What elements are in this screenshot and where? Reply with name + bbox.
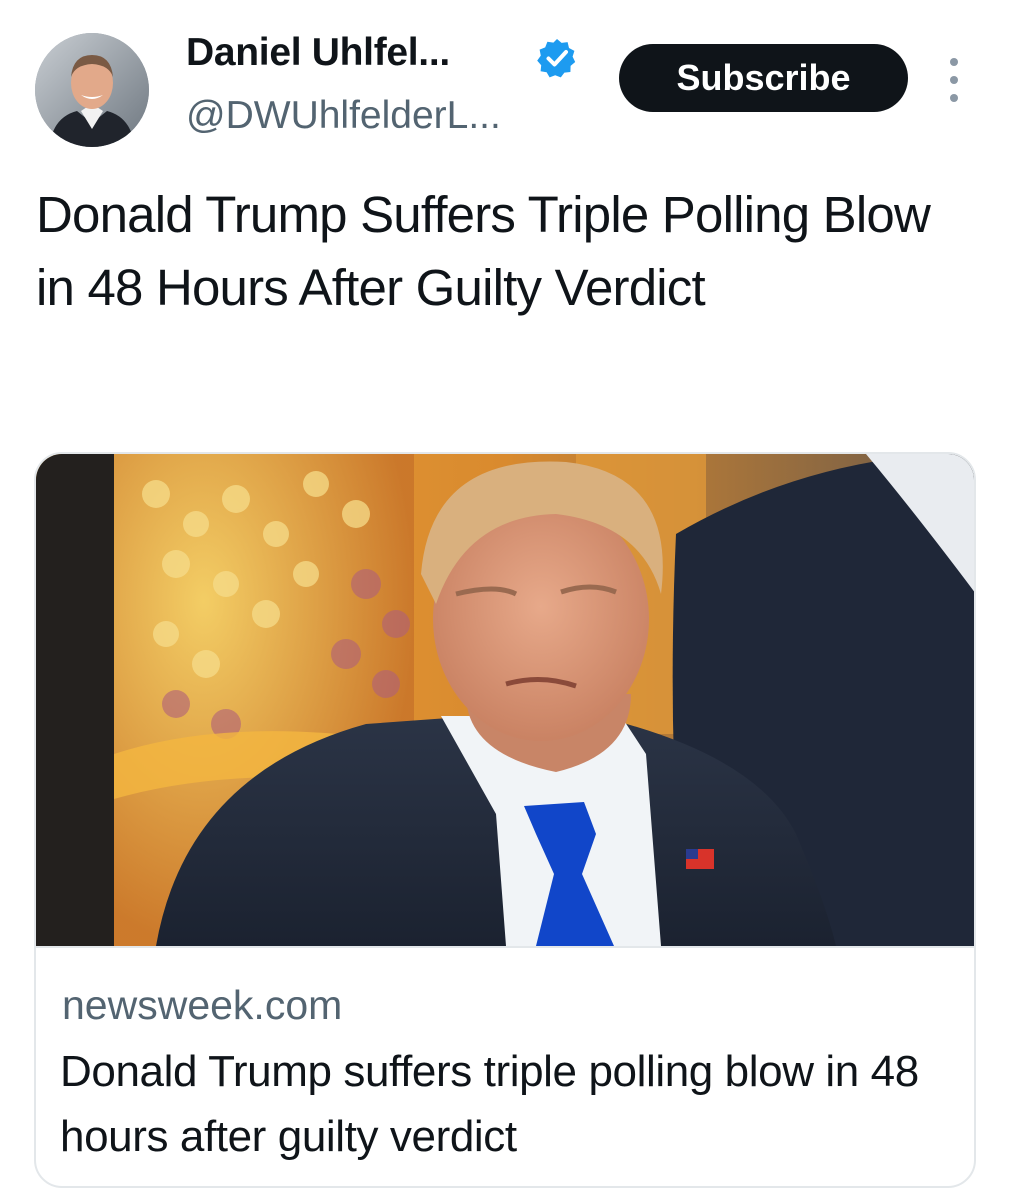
author-display-name[interactable]: Daniel Uhlfel...	[186, 31, 450, 75]
more-dot	[950, 58, 958, 66]
more-vertical-icon[interactable]	[940, 58, 968, 102]
subscribe-button[interactable]: Subscribe	[619, 44, 908, 112]
more-dot	[950, 76, 958, 84]
card-image[interactable]	[36, 454, 974, 948]
avatar-photo	[35, 33, 149, 147]
author-avatar[interactable]	[35, 33, 149, 147]
tweet-text: Donald Trump Suffers Triple Polling Blow…	[36, 186, 931, 316]
news-photo	[36, 454, 974, 946]
card-domain: newsweek.com	[62, 982, 343, 1028]
verified-badge-icon	[537, 38, 577, 78]
card-title[interactable]: Donald Trump suffers triple polling blow…	[60, 1039, 960, 1169]
author-handle[interactable]: @DWUhlfelderL...	[186, 94, 501, 138]
more-dot	[950, 94, 958, 102]
link-preview-card[interactable]: newsweek.com Donald Trump suffers triple…	[34, 452, 976, 1188]
